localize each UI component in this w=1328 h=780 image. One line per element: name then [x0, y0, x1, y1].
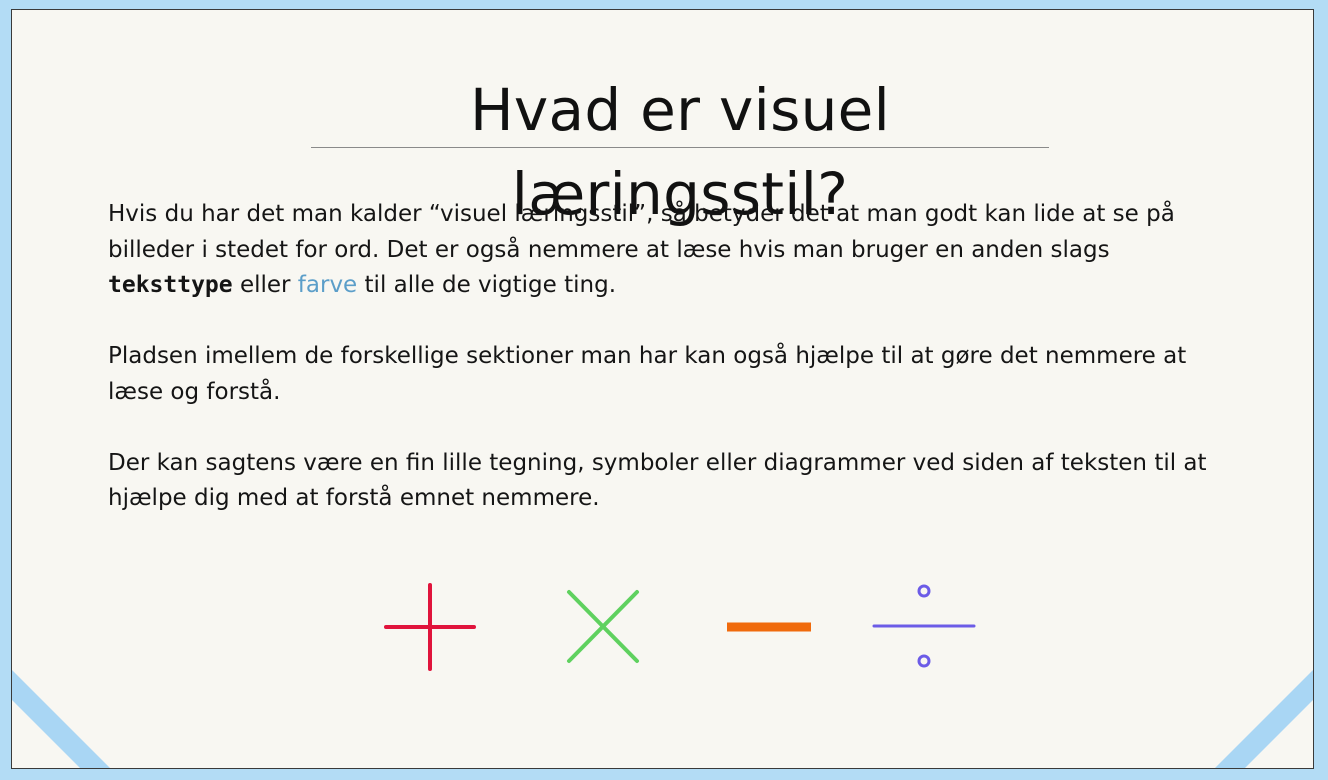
right-corner-accent [1215, 670, 1313, 768]
corner-decorations [12, 670, 1313, 768]
slide: Hvad er visuel læringsstil? Hvis du har … [11, 9, 1314, 769]
left-corner-accent [12, 670, 110, 768]
